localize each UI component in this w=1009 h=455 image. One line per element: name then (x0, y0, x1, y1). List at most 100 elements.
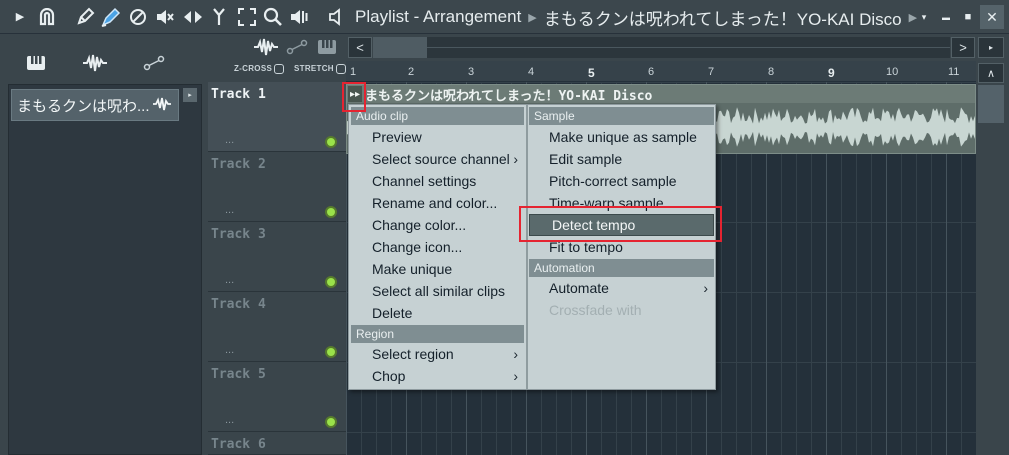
menu-item-label: Change color... (372, 217, 467, 233)
menu-item-label: Rename and color... (372, 195, 498, 211)
menu-item-automate[interactable]: Automate › (529, 277, 714, 299)
menu-item-change-color[interactable]: Change color... (351, 214, 524, 236)
bar-number: 10 (886, 66, 899, 78)
track-name: Track 5 (211, 367, 266, 382)
menu-item-edit-sample[interactable]: Edit sample (529, 148, 714, 170)
magnet-icon[interactable] (36, 5, 58, 29)
scroll-track[interactable] (373, 37, 950, 58)
playlist-tools: Z-CROSS STRETCH (208, 34, 346, 82)
menu-item-label: Fit to tempo (549, 239, 623, 255)
track-header[interactable]: Track 2 ... (208, 152, 346, 222)
track-header[interactable]: Track 5 ... (208, 362, 346, 432)
track-enable-led[interactable] (325, 276, 337, 288)
track-enable-led[interactable] (325, 416, 337, 428)
playback-icon[interactable] (288, 5, 310, 29)
track-name: Track 1 (211, 87, 266, 102)
clip-list-item-label: まもるクンは呪わ... (17, 97, 150, 115)
scroll-right-button[interactable]: > (951, 37, 975, 58)
minimize-icon[interactable]: ▬ (935, 5, 957, 29)
menu-item-make-unique-as-sample[interactable]: Make unique as sample (529, 126, 714, 148)
track-name: Track 4 (211, 297, 266, 312)
zcross-checkbox[interactable] (274, 64, 285, 74)
play-arrow-icon[interactable]: ▶ (12, 5, 28, 29)
bar-number: 6 (648, 66, 655, 78)
title-part-playlist: Playlist - Arrangement (355, 7, 522, 26)
maximize-icon[interactable]: ■ (957, 5, 979, 29)
clip-browser-panel: まもるクンは呪わ... ▸ (0, 34, 208, 455)
stretch-toggle[interactable]: STRETCH (294, 64, 346, 74)
menu-item-preview[interactable]: Preview (351, 126, 524, 148)
menu-item-label: Preview (372, 129, 422, 145)
zoom-icon[interactable] (262, 5, 284, 29)
menu-header-sample: Sample (529, 107, 714, 125)
track-enable-led[interactable] (325, 346, 337, 358)
track-header[interactable]: Track 3 ... (208, 222, 346, 292)
list-scroll-button[interactable]: ▸ (183, 88, 197, 102)
vertical-scroll-thumb[interactable] (978, 85, 1004, 123)
audio-clip-header[interactable]: まもるクンは呪われてしまった！YO-KAI Disco (347, 85, 975, 104)
menu-item-label: Edit sample (549, 151, 623, 167)
time-ruler[interactable]: 1 2 3 4 5 6 7 8 9 10 11 (346, 61, 976, 82)
playlist-toolbar: ▶ Playlist - Arrangement ▶ まもるクンは呪われてしまっ… (0, 0, 1009, 34)
menu-item-select-source-channel[interactable]: Select source channel › (351, 148, 524, 170)
menu-item-channel-settings[interactable]: Channel settings (351, 170, 524, 192)
speaker-icon[interactable] (326, 5, 348, 29)
menu-item-time-warp-sample[interactable]: Time-warp sample (529, 192, 714, 214)
clip-context-menu: Audio clip Preview Select source channel… (348, 104, 716, 390)
window-menu-icon[interactable]: ▾ (913, 5, 935, 29)
menu-item-label: Make unique as sample (549, 129, 697, 145)
track-dots: ... (225, 414, 235, 426)
track-header[interactable]: Track 4 ... (208, 292, 346, 362)
snap-menu-button[interactable]: ▸ (978, 37, 1004, 58)
select-icon[interactable] (236, 5, 258, 29)
scroll-left-button[interactable]: < (348, 37, 372, 58)
track-header[interactable]: Track 6 (208, 432, 346, 455)
clip-menu-button[interactable]: ▸▸ (348, 86, 362, 102)
piano-icon[interactable] (316, 37, 338, 57)
vertical-scrollbar: ∧ (976, 61, 1009, 455)
zcross-label: Z-CROSS (234, 64, 273, 74)
delete-icon[interactable] (128, 5, 148, 29)
menu-item-label: Make unique (372, 261, 453, 277)
menu-item-select-region[interactable]: Select region › (351, 343, 524, 365)
close-icon[interactable]: ✕ (980, 5, 1004, 29)
menu-item-label: Channel settings (372, 173, 477, 189)
audio-wave-icon (152, 96, 172, 114)
mute-icon[interactable] (154, 5, 176, 29)
menu-item-rename-and-color[interactable]: Rename and color... (351, 192, 524, 214)
track-dots: ... (225, 134, 235, 146)
menu-item-select-all-similar-clips[interactable]: Select all similar clips (351, 280, 524, 302)
menu-item-label: Automate (549, 280, 609, 296)
track-header[interactable]: Track 1 ... (208, 82, 346, 152)
scroll-overview-line (373, 47, 950, 48)
track-enable-led[interactable] (325, 136, 337, 148)
pencil-icon[interactable] (74, 5, 96, 29)
menu-item-chop[interactable]: Chop › (351, 365, 524, 387)
menu-item-delete[interactable]: Delete (351, 302, 524, 324)
clip-list-item[interactable]: まもるクンは呪わ... (11, 89, 179, 121)
menu-item-detect-tempo[interactable]: Detect tempo (529, 214, 714, 236)
automation-icon[interactable] (134, 52, 174, 74)
slip-icon[interactable] (182, 5, 204, 29)
scroll-up-button[interactable]: ∧ (978, 63, 1004, 83)
menu-item-fit-to-tempo[interactable]: Fit to tempo (529, 236, 714, 258)
bar-number: 9 (828, 66, 835, 80)
audio-wave-icon[interactable] (75, 52, 115, 74)
audio-wave-icon[interactable] (252, 37, 280, 57)
stretch-checkbox[interactable] (335, 64, 346, 74)
slice-icon[interactable] (208, 5, 230, 29)
menu-item-pitch-correct-sample[interactable]: Pitch-correct sample (529, 170, 714, 192)
track-dots: ... (225, 344, 235, 356)
zcross-toggle[interactable]: Z-CROSS (234, 64, 285, 74)
track-headers: Track 1 ... Track 2 ... Track 3 ... Trac… (208, 82, 346, 455)
browser-mode-bar (0, 34, 208, 84)
menu-item-change-icon[interactable]: Change icon... (351, 236, 524, 258)
automation-icon[interactable] (286, 37, 308, 57)
bar-number: 4 (528, 66, 535, 78)
menu-item-label: Delete (372, 305, 413, 321)
piano-icon[interactable] (16, 52, 56, 74)
paint-brush-icon[interactable] (100, 5, 122, 29)
scroll-thumb[interactable] (373, 37, 427, 58)
track-enable-led[interactable] (325, 206, 337, 218)
menu-item-make-unique[interactable]: Make unique (351, 258, 524, 280)
